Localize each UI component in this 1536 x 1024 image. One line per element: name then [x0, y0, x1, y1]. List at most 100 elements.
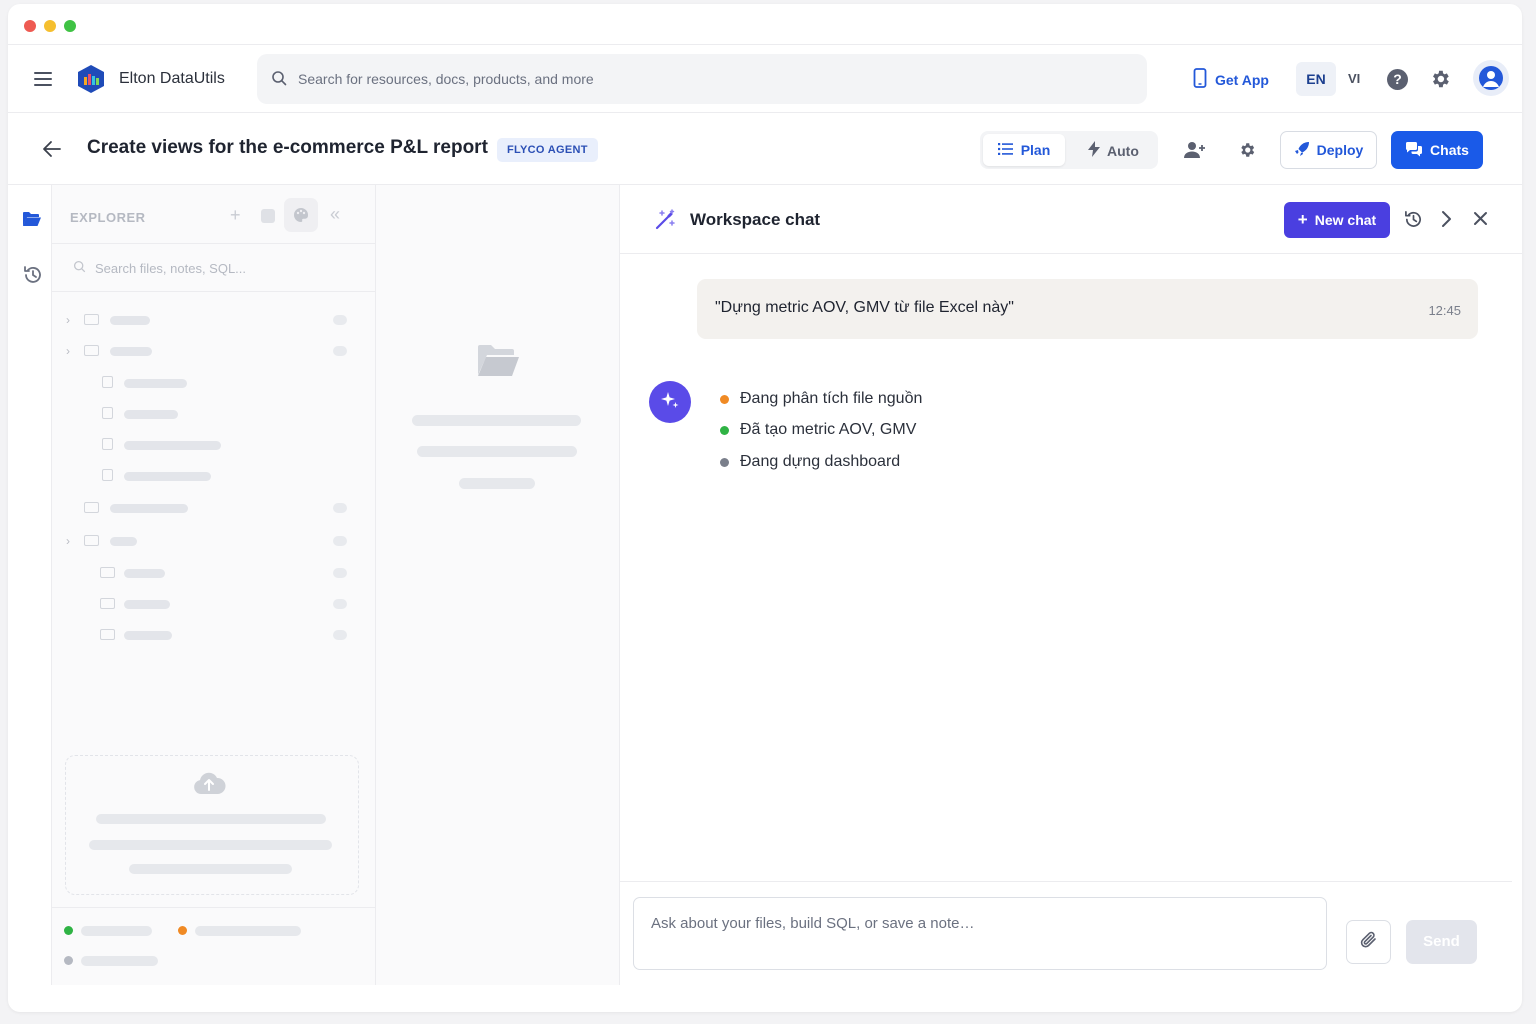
- tree-item[interactable]: [52, 628, 376, 642]
- explorer-panel: EXPLORER + « Search files, notes, SQL...…: [52, 185, 376, 985]
- divider: [52, 243, 375, 244]
- user-message-text: "Dựng metric AOV, GMV từ file Excel này": [715, 299, 1014, 316]
- history-icon[interactable]: [23, 265, 43, 290]
- cloud-upload-icon: [192, 770, 226, 801]
- divider: [52, 291, 375, 292]
- rocket-icon: [1294, 141, 1310, 160]
- close-window-button[interactable]: [24, 20, 36, 32]
- new-chat-button[interactable]: + New chat: [1284, 202, 1390, 238]
- page-title: Create views for the e-commerce P&L repo…: [87, 137, 488, 158]
- brand-name[interactable]: Elton DataUtils: [119, 70, 225, 88]
- chats-button[interactable]: Chats: [1391, 131, 1483, 169]
- auto-label: Auto: [1107, 142, 1139, 159]
- palette-icon[interactable]: [284, 198, 318, 232]
- magic-wand-icon: [654, 209, 676, 236]
- send-button[interactable]: Send: [1406, 920, 1477, 964]
- collapse-icon[interactable]: «: [330, 204, 340, 225]
- tree-item[interactable]: [52, 597, 376, 611]
- plan-mode-button[interactable]: Plan: [983, 134, 1065, 166]
- tree-item[interactable]: [52, 501, 376, 515]
- status-dot: [178, 926, 187, 935]
- search-icon: [271, 70, 287, 91]
- step-label: Đang phân tích file nguồn: [740, 390, 923, 407]
- chat-title: Workspace chat: [690, 210, 821, 229]
- top-nav: Elton DataUtils Search for resources, do…: [8, 45, 1522, 113]
- deploy-button[interactable]: Deploy: [1280, 131, 1377, 169]
- progress-step: Đang dựng dashboard: [720, 453, 900, 471]
- divider: [8, 112, 1522, 113]
- user-message: "Dựng metric AOV, GMV từ file Excel này"…: [697, 279, 1478, 339]
- chat-input[interactable]: Ask about your files, build SQL, or save…: [633, 897, 1327, 970]
- divider: [620, 881, 1512, 882]
- paperclip-icon: [1360, 931, 1378, 954]
- folder-icon: [84, 345, 99, 356]
- add-icon[interactable]: +: [230, 205, 241, 226]
- tree-item[interactable]: ›: [52, 534, 376, 548]
- status-dot: [720, 457, 729, 467]
- get-app-button[interactable]: Get App: [1193, 68, 1269, 91]
- file-icon: [102, 469, 113, 481]
- chat-input-placeholder: Ask about your files, build SQL, or save…: [651, 915, 975, 932]
- menu-icon[interactable]: [34, 72, 52, 86]
- minimize-window-button[interactable]: [44, 20, 56, 32]
- search-icon: [73, 260, 86, 276]
- chat-history-icon[interactable]: [1404, 210, 1423, 234]
- upload-dropzone[interactable]: [65, 755, 359, 895]
- file-icon: [102, 438, 113, 450]
- user-icon: [1479, 66, 1503, 90]
- left-rail: [8, 185, 52, 985]
- folder-open-icon: [476, 343, 520, 384]
- status-dot: [720, 425, 729, 435]
- chevron-right-icon: ›: [66, 534, 70, 548]
- maximize-window-button[interactable]: [64, 20, 76, 32]
- file-icon: [102, 376, 113, 388]
- back-arrow-icon[interactable]: [42, 140, 62, 163]
- divider: [52, 907, 375, 908]
- help-icon[interactable]: ?: [1387, 69, 1408, 90]
- workspace-chat-panel: Workspace chat + New chat "Dựng metric A…: [620, 185, 1522, 985]
- status-dot: [720, 394, 729, 404]
- explorer-search-placeholder: Search files, notes, SQL...: [95, 260, 247, 276]
- lang-vi-button[interactable]: VI: [1348, 71, 1360, 86]
- user-avatar[interactable]: [1473, 60, 1509, 96]
- progress-step: Đang phân tích file nguồn: [720, 390, 922, 408]
- tree-item[interactable]: [52, 438, 376, 452]
- settings-icon[interactable]: [1429, 68, 1451, 95]
- add-user-icon[interactable]: [1184, 141, 1206, 164]
- message-time: 12:45: [1428, 303, 1461, 318]
- chevron-right-icon: ›: [66, 313, 70, 327]
- bolt-icon: [1088, 141, 1100, 160]
- plus-icon: +: [1297, 210, 1308, 229]
- folder-icon: [84, 314, 99, 325]
- status-dot: [64, 956, 73, 965]
- folder-icon: [100, 598, 115, 609]
- global-search-input[interactable]: Search for resources, docs, products, an…: [257, 54, 1147, 104]
- folder-icon: [84, 535, 99, 546]
- search-placeholder: Search for resources, docs, products, an…: [298, 71, 594, 87]
- chevron-right-icon[interactable]: [1440, 209, 1452, 234]
- plan-label: Plan: [1020, 142, 1051, 158]
- close-icon[interactable]: [1473, 211, 1488, 231]
- tree-item[interactable]: [52, 469, 376, 483]
- logo-icon: [77, 64, 105, 94]
- explorer-search-input[interactable]: Search files, notes, SQL...: [73, 260, 246, 276]
- explorer-title: EXPLORER: [70, 210, 146, 225]
- editor-empty-state: [376, 185, 620, 985]
- folder-icon: [84, 502, 99, 513]
- tree-item[interactable]: [52, 566, 376, 580]
- tree-item[interactable]: ›: [52, 313, 376, 327]
- chevron-right-icon: ›: [66, 344, 70, 358]
- tree-item[interactable]: [52, 407, 376, 421]
- folder-icon: [100, 567, 115, 578]
- folder-open-icon[interactable]: [22, 211, 42, 232]
- auto-mode-button[interactable]: Auto: [1088, 141, 1139, 160]
- attach-button[interactable]: [1346, 920, 1391, 964]
- phone-icon: [1193, 68, 1207, 91]
- chat-bubbles-icon: [1405, 141, 1423, 160]
- tree-item[interactable]: [52, 376, 376, 390]
- lang-en-button[interactable]: EN: [1296, 62, 1336, 96]
- new-chat-label: New chat: [1314, 212, 1377, 228]
- new-file-icon[interactable]: [261, 209, 275, 223]
- gear-icon[interactable]: [1238, 141, 1256, 164]
- tree-item[interactable]: ›: [52, 344, 376, 358]
